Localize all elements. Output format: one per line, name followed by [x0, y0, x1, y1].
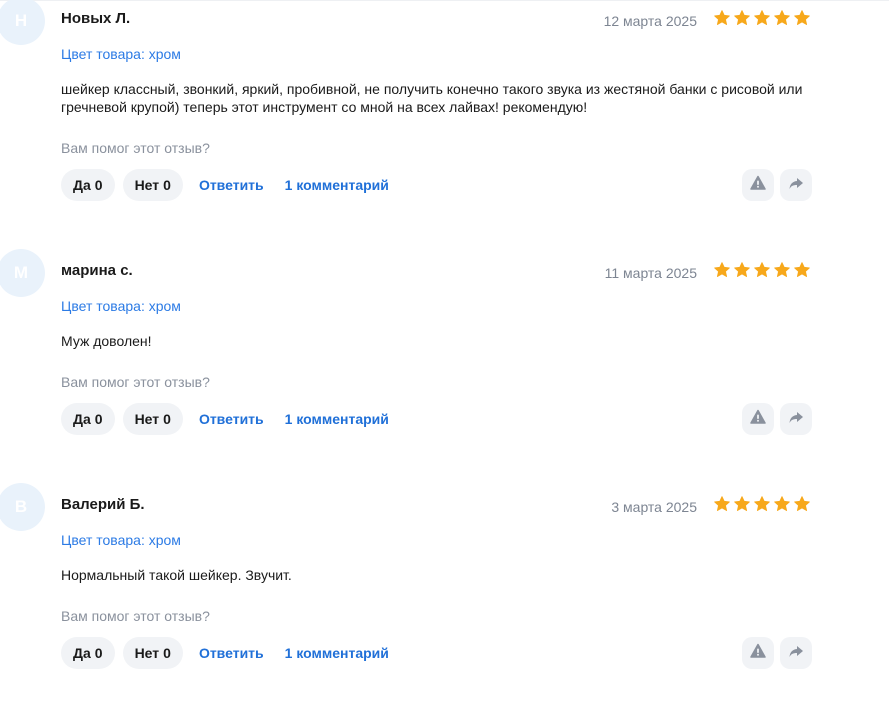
rating-stars	[713, 495, 811, 513]
no-count: 0	[163, 411, 171, 427]
rating-stars	[713, 261, 811, 279]
product-variant: Цвет товара: хром	[61, 46, 181, 62]
comments-link[interactable]: 1 комментарий	[285, 411, 389, 427]
star-icon	[773, 9, 791, 27]
share-button[interactable]	[780, 169, 812, 201]
share-arrow-icon	[788, 409, 804, 430]
review-author: марина с.	[61, 262, 133, 279]
helpful-yes-button[interactable]: Да 0	[61, 169, 115, 201]
star-icon	[733, 495, 751, 513]
review-date: 11 марта 2025	[604, 265, 697, 281]
report-button[interactable]	[742, 169, 774, 201]
comments-link[interactable]: 1 комментарий	[285, 177, 389, 193]
review-actions: Да 0 Нет 0 Ответить 1 комментарий	[61, 637, 402, 669]
share-button[interactable]	[780, 403, 812, 435]
yes-count: 0	[94, 645, 103, 661]
avatar: М	[0, 249, 45, 297]
star-icon	[773, 495, 791, 513]
review-actions: Да 0 Нет 0 Ответить 1 комментарий	[61, 403, 402, 435]
review-text: Нормальный такой шейкер. Звучит.	[61, 567, 292, 583]
reply-link[interactable]: Ответить	[199, 645, 264, 661]
review-date: 12 марта 2025	[603, 13, 697, 29]
report-button[interactable]	[742, 637, 774, 669]
helpful-no-button[interactable]: Нет 0	[122, 403, 183, 435]
reply-link[interactable]: Ответить	[199, 177, 264, 193]
star-icon	[733, 9, 751, 27]
product-variant: Цвет товара: хром	[61, 532, 181, 548]
star-icon	[773, 261, 791, 279]
review-author: Валерий Б.	[61, 496, 145, 513]
yes-count: 0	[94, 177, 103, 193]
helpful-question: Вам помог этот отзыв?	[61, 374, 210, 390]
star-icon	[733, 261, 751, 279]
comments-link[interactable]: 1 комментарий	[285, 645, 389, 661]
avatar: Н	[0, 0, 45, 45]
warning-icon	[750, 643, 766, 664]
helpful-question: Вам помог этот отзыв?	[61, 608, 210, 624]
helpful-yes-button[interactable]: Да 0	[61, 403, 115, 435]
star-icon	[753, 495, 771, 513]
helpful-no-button[interactable]: Нет 0	[122, 169, 183, 201]
review-text: шейкер классный, звонкий, яркий, пробивн…	[61, 81, 803, 115]
star-icon	[753, 261, 771, 279]
product-variant: Цвет товара: хром	[61, 298, 181, 314]
no-label: Нет	[134, 177, 160, 193]
review-date: 3 марта 2025	[611, 499, 697, 515]
helpful-yes-button[interactable]: Да 0	[61, 637, 115, 669]
yes-count: 0	[94, 411, 103, 427]
review-text: Муж доволен!	[61, 333, 152, 349]
share-button[interactable]	[780, 637, 812, 669]
report-button[interactable]	[742, 403, 774, 435]
helpful-no-button[interactable]: Нет 0	[122, 637, 183, 669]
warning-icon	[750, 175, 766, 196]
star-icon	[753, 9, 771, 27]
star-icon	[713, 495, 731, 513]
helpful-question: Вам помог этот отзыв?	[61, 140, 210, 156]
rating-stars	[713, 9, 811, 27]
star-icon	[793, 9, 811, 27]
star-icon	[713, 9, 731, 27]
review-card: М марина с. 11 марта 2025 Цвет товара: х…	[0, 249, 889, 472]
share-arrow-icon	[788, 175, 804, 196]
reply-link[interactable]: Ответить	[199, 411, 264, 427]
no-count: 0	[163, 177, 171, 193]
no-count: 0	[163, 645, 171, 661]
yes-label: Да	[73, 411, 91, 427]
review-card: Н Новых Л. 12 марта 2025 Цвет товара: хр…	[0, 0, 889, 220]
yes-label: Да	[73, 645, 91, 661]
yes-label: Да	[73, 177, 91, 193]
no-label: Нет	[134, 411, 160, 427]
star-icon	[793, 495, 811, 513]
avatar: В	[0, 483, 45, 531]
review-author: Новых Л.	[61, 10, 131, 27]
star-icon	[713, 261, 731, 279]
warning-icon	[750, 409, 766, 430]
share-arrow-icon	[788, 643, 804, 664]
review-card: В Валерий Б. 3 марта 2025 Цвет товара: х…	[0, 483, 889, 706]
no-label: Нет	[134, 645, 160, 661]
review-actions: Да 0 Нет 0 Ответить 1 комментарий	[61, 169, 402, 201]
star-icon	[793, 261, 811, 279]
